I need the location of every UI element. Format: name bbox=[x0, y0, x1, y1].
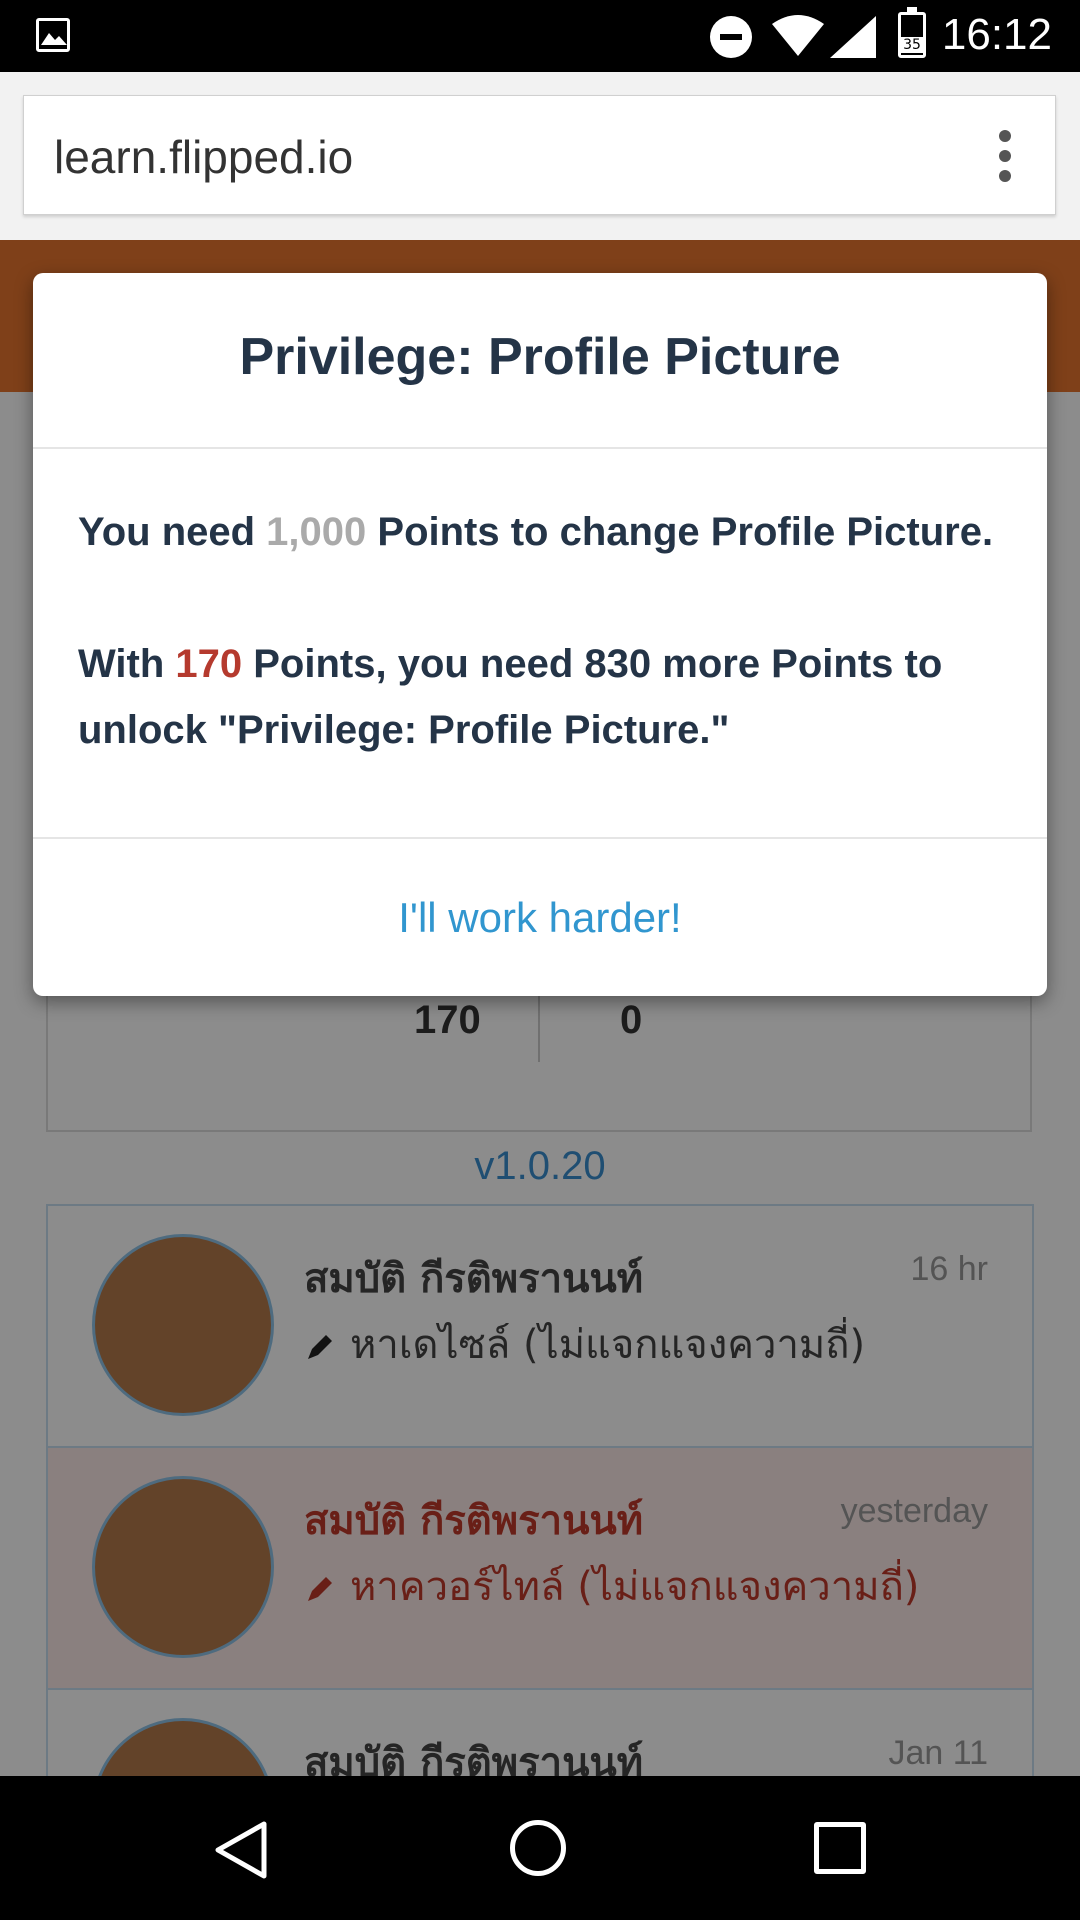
current-points: 170 bbox=[175, 642, 243, 686]
dialog-title: Privilege: Profile Picture bbox=[239, 328, 841, 386]
address-bar[interactable]: learn.flipped.io bbox=[23, 95, 1056, 215]
clock: 16:12 bbox=[941, 10, 1052, 59]
browser-toolbar: learn.flipped.io bbox=[0, 72, 1080, 240]
privilege-dialog: Privilege: Profile Picture You need 1,00… bbox=[33, 273, 1047, 996]
work-harder-button[interactable]: I'll work harder! bbox=[33, 839, 1047, 996]
required-points: 1,000 bbox=[266, 510, 367, 554]
recent-apps-icon[interactable] bbox=[814, 1822, 866, 1874]
navigation-bar bbox=[0, 1776, 1080, 1920]
home-icon[interactable] bbox=[510, 1820, 566, 1876]
back-icon[interactable] bbox=[214, 1820, 268, 1880]
url-text[interactable]: learn.flipped.io bbox=[54, 130, 353, 184]
dialog-divider bbox=[33, 447, 1047, 449]
dialog-message: You need 1,000 Points to change Profile … bbox=[78, 499, 1018, 763]
battery-icon: 35 bbox=[898, 7, 926, 58]
do-not-disturb-icon bbox=[710, 16, 752, 58]
signal-icon bbox=[830, 16, 876, 58]
required-points-message: You need 1,000 Points to change Profile … bbox=[78, 510, 994, 554]
image-notification-icon bbox=[36, 18, 70, 52]
overflow-menu-icon[interactable] bbox=[999, 130, 1011, 182]
wifi-icon bbox=[772, 15, 824, 56]
battery-level: 35 bbox=[901, 37, 923, 53]
status-bar: 35 16:12 bbox=[0, 0, 1080, 72]
current-points-message: With 170 Points, you need 830 more Point… bbox=[78, 642, 943, 752]
